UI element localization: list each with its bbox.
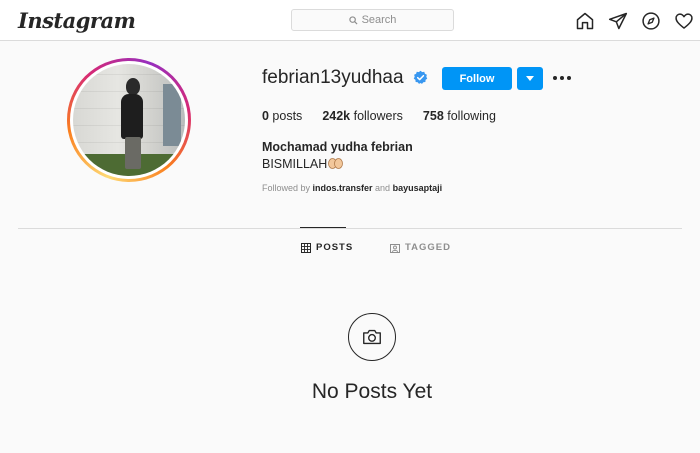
tab-tagged-label: TAGGED xyxy=(405,242,451,253)
grid-icon xyxy=(301,242,311,253)
home-icon[interactable] xyxy=(575,11,595,31)
active-tab-indicator xyxy=(300,227,346,228)
camera-icon xyxy=(363,329,381,345)
search-placeholder: Search xyxy=(361,14,397,26)
tab-posts[interactable]: POSTS xyxy=(301,242,353,253)
followers-count[interactable]: 242k followers xyxy=(322,109,403,123)
search-icon xyxy=(348,15,358,25)
avatar-person-legs xyxy=(125,137,141,169)
avatar-border xyxy=(70,61,188,179)
tab-tagged[interactable]: TAGGED xyxy=(390,242,451,253)
tabs-divider xyxy=(18,228,682,229)
avatar-person-head xyxy=(126,78,140,95)
bio-text: BISMILLAH xyxy=(262,157,328,171)
activity-heart-icon[interactable] xyxy=(674,11,694,31)
avatar-window xyxy=(163,84,181,146)
profile-stats: 0 posts 242k followers 758 following xyxy=(262,109,516,123)
profile-full-name: Mochamad yudha febrian xyxy=(262,140,413,154)
chevron-down-icon xyxy=(526,75,534,81)
profile-bio: BISMILLAH xyxy=(262,157,344,171)
tab-posts-label: POSTS xyxy=(316,242,354,253)
tagged-icon xyxy=(390,243,400,253)
posts-count: 0 posts xyxy=(262,109,303,123)
explore-icon[interactable] xyxy=(641,11,661,31)
profile-username: febrian13yudhaa xyxy=(262,67,404,88)
no-posts-camera-circle xyxy=(348,313,396,361)
avatar-person-body xyxy=(121,94,143,139)
followed-by-text: Followed by indos.transfer and bayusapta… xyxy=(262,183,443,193)
follow-button[interactable]: Follow xyxy=(442,67,512,90)
more-options-icon[interactable] xyxy=(553,72,571,84)
followed-by-user-2[interactable]: bayusaptaji xyxy=(393,183,443,193)
profile-avatar-ring[interactable] xyxy=(67,58,191,182)
avatar xyxy=(73,64,185,176)
followed-by-user-1[interactable]: indos.transfer xyxy=(313,183,373,193)
following-count[interactable]: 758 following xyxy=(423,109,496,123)
top-navbar: Instagram Search xyxy=(0,0,700,41)
no-posts-text: No Posts Yet xyxy=(311,380,433,403)
verified-badge-icon xyxy=(413,70,428,84)
instagram-logo[interactable]: Instagram xyxy=(18,8,136,33)
search-input[interactable]: Search xyxy=(291,9,454,31)
suggested-accounts-button[interactable] xyxy=(517,67,543,90)
direct-message-icon[interactable] xyxy=(608,11,628,31)
praying-hands-icon xyxy=(328,158,344,169)
